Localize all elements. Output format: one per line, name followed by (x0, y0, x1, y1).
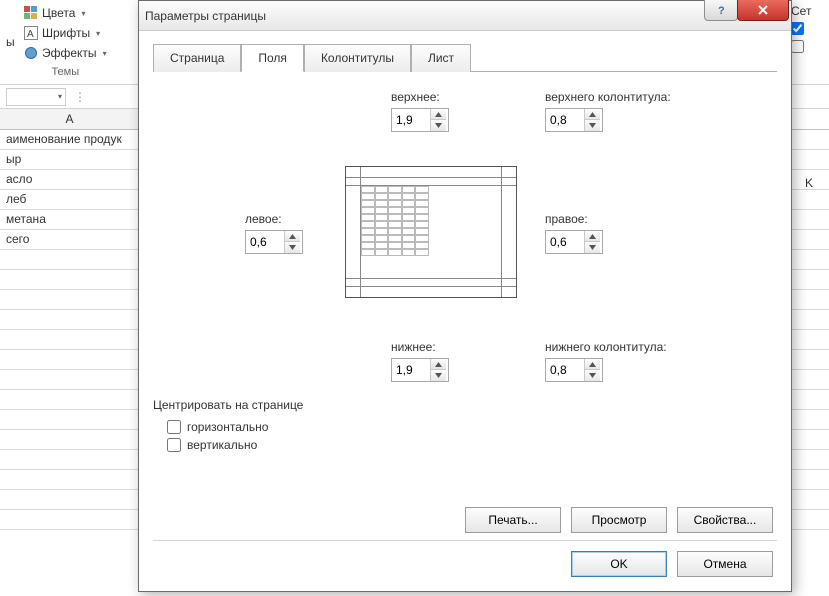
center-v-label: вертикально (187, 438, 257, 452)
bottom-margin-field: нижнее: (391, 340, 449, 382)
chevron-down-icon: ▾ (103, 49, 107, 58)
spin-up-button[interactable] (585, 109, 600, 120)
spin-up-button[interactable] (285, 231, 300, 242)
spin-down-button[interactable] (585, 120, 600, 131)
right-margin-spinbox[interactable] (545, 230, 603, 254)
colors-icon (24, 6, 38, 20)
right-margin-field: правое: (545, 212, 603, 254)
spin-down-button[interactable] (431, 370, 446, 381)
center-h-label: горизонтально (187, 420, 268, 434)
spin-up-button[interactable] (431, 109, 446, 120)
right-margin-label: правое: (545, 212, 603, 226)
footer-margin-field: нижнего колонтитула: (545, 340, 667, 382)
help-button[interactable]: ? (704, 0, 738, 21)
chevron-down-icon: ▾ (81, 9, 85, 18)
colors-label: Цвета (42, 6, 75, 20)
formula-dots: ⋮ (74, 90, 88, 104)
effects-button[interactable]: Эффекты ▾ (20, 44, 111, 62)
dialog-title: Параметры страницы (145, 9, 266, 23)
col-header-k[interactable]: K (791, 176, 827, 190)
center-horizontal-checkbox[interactable]: горизонтально (167, 420, 777, 434)
themes-group-label: Темы (20, 64, 111, 80)
print-button[interactable]: Печать... (465, 507, 561, 533)
top-margin-input[interactable] (392, 113, 430, 127)
bottom-margin-label: нижнее: (391, 340, 449, 354)
top-margin-spinbox[interactable] (391, 108, 449, 132)
center-vertical-checkbox[interactable]: вертикально (167, 438, 777, 452)
spin-down-button[interactable] (585, 370, 600, 381)
right-margin-input[interactable] (546, 235, 584, 249)
header-margin-field: верхнего колонтитула: (545, 90, 671, 132)
tab-sheet[interactable]: Лист (411, 44, 471, 72)
right-check1[interactable] (791, 22, 827, 38)
chevron-down-icon: ▾ (58, 92, 62, 101)
spin-down-button[interactable] (285, 242, 300, 253)
ok-button[interactable]: OK (571, 551, 667, 577)
footer-margin-label: нижнего колонтитула: (545, 340, 667, 354)
top-margin-label: верхнее: (391, 90, 449, 104)
left-margin-spinbox[interactable] (245, 230, 303, 254)
tab-strip: Страница Поля Колонтитулы Лист (153, 43, 777, 72)
top-margin-field: верхнее: (391, 90, 449, 132)
close-button[interactable] (737, 0, 789, 21)
page-setup-dialog: Параметры страницы ? Страница Поля Колон… (138, 0, 792, 592)
right-panel-label: Сет (791, 4, 827, 18)
effects-icon (24, 46, 38, 60)
right-check2[interactable] (791, 40, 827, 56)
svg-text:A: A (27, 29, 34, 40)
col-header-a[interactable]: A (0, 109, 140, 129)
right-panel: Сет K (789, 0, 829, 194)
header-margin-spinbox[interactable] (545, 108, 603, 132)
left-margin-label: левое: (245, 212, 303, 226)
footer-margin-spinbox[interactable] (545, 358, 603, 382)
fonts-button[interactable]: A Шрифты ▾ (20, 24, 111, 42)
tab-headerfooter[interactable]: Колонтитулы (304, 44, 411, 72)
bottom-margin-spinbox[interactable] (391, 358, 449, 382)
preview-button[interactable]: Просмотр (571, 507, 667, 533)
properties-button[interactable]: Свойства... (677, 507, 773, 533)
fonts-icon: A (24, 26, 38, 40)
center-on-page-group: Центрировать на странице горизонтально в… (153, 398, 777, 452)
spin-down-button[interactable] (431, 120, 446, 131)
effects-label: Эффекты (42, 46, 97, 60)
footer-margin-input[interactable] (546, 363, 584, 377)
fonts-label: Шрифты (42, 26, 90, 40)
svg-text:?: ? (718, 5, 725, 17)
namebox-dropdown[interactable]: ▾ (6, 88, 66, 106)
truncated-label: ы (6, 4, 16, 80)
dialog-titlebar[interactable]: Параметры страницы ? (139, 1, 791, 31)
center-title: Центрировать на странице (153, 398, 777, 412)
left-margin-input[interactable] (246, 235, 284, 249)
header-margin-input[interactable] (546, 113, 584, 127)
colors-button[interactable]: Цвета ▾ (20, 4, 111, 22)
tab-margins[interactable]: Поля (241, 44, 304, 72)
spin-down-button[interactable] (585, 242, 600, 253)
separator (153, 540, 777, 541)
bottom-margin-input[interactable] (392, 363, 430, 377)
spin-up-button[interactable] (585, 359, 600, 370)
left-margin-field: левое: (245, 212, 303, 254)
tab-page[interactable]: Страница (153, 44, 241, 72)
header-margin-label: верхнего колонтитула: (545, 90, 671, 104)
margin-preview (345, 166, 517, 298)
cancel-button[interactable]: Отмена (677, 551, 773, 577)
spin-up-button[interactable] (431, 359, 446, 370)
chevron-down-icon: ▾ (96, 29, 100, 38)
spin-up-button[interactable] (585, 231, 600, 242)
